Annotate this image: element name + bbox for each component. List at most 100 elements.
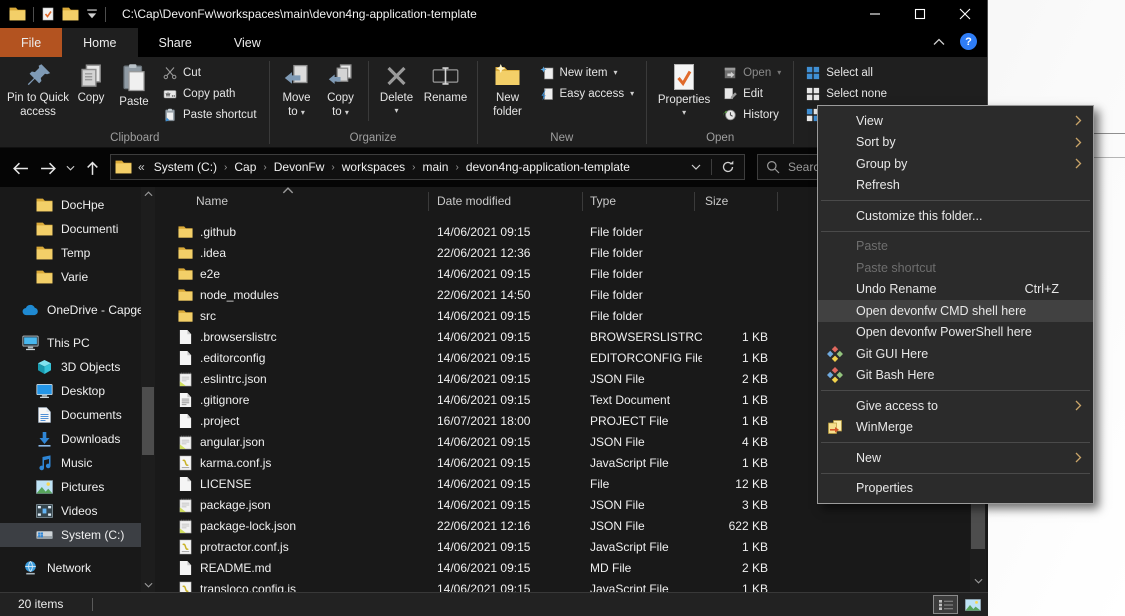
details-view-button[interactable]	[933, 595, 958, 614]
edit-button[interactable]: Edit	[716, 83, 788, 104]
sidebar-item-network[interactable]: Network	[0, 556, 141, 580]
ribbon-divider	[646, 61, 647, 144]
copy-to-button[interactable]: Copy to ▾	[319, 60, 363, 120]
easy-access-button[interactable]: Easy access ▾	[533, 83, 642, 104]
tab-home[interactable]: Home	[62, 28, 137, 57]
menu-item-sort-by[interactable]: Sort by	[818, 132, 1093, 154]
minimize-button[interactable]	[852, 0, 897, 28]
menu-item-git-gui-here[interactable]: Git GUI Here	[818, 343, 1093, 365]
paste-shortcut-button[interactable]: Paste shortcut	[156, 104, 264, 125]
select-all-button[interactable]: Select all	[799, 62, 910, 83]
menu-item-open-devonfw-cmd-shell-here[interactable]: Open devonfw CMD shell here	[818, 300, 1093, 322]
column-divider[interactable]	[694, 192, 695, 211]
scroll-down-icon[interactable]	[970, 574, 986, 588]
sidebar-item-temp[interactable]: Temp	[0, 241, 141, 265]
sidebar-item-documents[interactable]: Documents	[0, 403, 141, 427]
pin-to-quick-access-button[interactable]: Pin to Quick access	[6, 60, 70, 120]
menu-item-winmerge[interactable]: WinMerge	[818, 417, 1093, 439]
file-row-protractor-conf-js[interactable]: protractor.conf.js14/06/2021 09:15JavaSc…	[160, 536, 970, 557]
qat-new-folder-icon[interactable]	[62, 6, 79, 22]
sidebar-scrollbar-thumb[interactable]	[142, 387, 154, 455]
collapse-ribbon-icon[interactable]	[933, 38, 945, 46]
thumbnails-view-button[interactable]	[960, 595, 985, 614]
qat-customize-dropdown-icon[interactable]	[86, 8, 98, 20]
refresh-icon[interactable]	[721, 160, 735, 174]
sidebar-item-desktop[interactable]: Desktop	[0, 379, 141, 403]
properties-button[interactable]: Properties ▾	[652, 60, 716, 117]
drive-icon	[36, 527, 53, 543]
select-none-button[interactable]: Select none	[799, 83, 910, 104]
ribbon-group-new: New folder New item ▾ Easy access ▾	[483, 60, 642, 147]
recent-locations-button[interactable]	[62, 156, 78, 180]
sidebar-item-pictures[interactable]: Pictures	[0, 475, 141, 499]
tab-view[interactable]: View	[213, 28, 282, 57]
file-row-transloco-config-js[interactable]: transloco.config.js14/06/2021 09:15JavaS…	[160, 578, 970, 592]
sidebar-item-dochpe[interactable]: DocHpe	[0, 193, 141, 217]
breadcrumb-segment[interactable]: Cap	[227, 160, 263, 174]
file-date-modified: 22/06/2021 12:36	[437, 246, 530, 260]
new-item-button[interactable]: New item ▾	[533, 62, 642, 83]
sidebar-item-varie[interactable]: Varie	[0, 265, 141, 289]
sidebar-item-documenti[interactable]: Documenti	[0, 217, 141, 241]
column-divider[interactable]	[777, 192, 778, 211]
menu-item-customize-this-folder[interactable]: Customize this folder...	[818, 205, 1093, 227]
sidebar-item-system-c[interactable]: System (C:)	[0, 523, 141, 547]
breadcrumb-segment[interactable]: main	[415, 160, 455, 174]
column-header-type[interactable]: Type	[590, 194, 616, 208]
sidebar-item-onedrive-capge[interactable]: OneDrive - Capge	[0, 298, 141, 322]
history-button[interactable]: History	[716, 104, 788, 125]
file-row-package-lock-json[interactable]: package-lock.json22/06/2021 12:16JSON Fi…	[160, 515, 970, 536]
menu-item-new[interactable]: New	[818, 447, 1093, 469]
menu-item-give-access-to[interactable]: Give access to	[818, 395, 1093, 417]
menu-item-undo-rename[interactable]: Undo RenameCtrl+Z	[818, 279, 1093, 301]
breadcrumb-segment[interactable]: workspaces	[335, 160, 412, 174]
tab-file[interactable]: File	[0, 28, 62, 57]
sidebar-item-videos[interactable]: Videos	[0, 499, 141, 523]
sidebar-item-this-pc[interactable]: This PC	[0, 331, 141, 355]
up-button[interactable]	[80, 156, 104, 180]
maximize-button[interactable]	[897, 0, 942, 28]
sidebar-item-3d-objects[interactable]: 3D Objects	[0, 355, 141, 379]
menu-item-group-by[interactable]: Group by	[818, 153, 1093, 175]
js-icon	[178, 455, 193, 470]
move-to-button[interactable]: Move to ▾	[275, 60, 319, 120]
paste-button[interactable]: Paste	[112, 60, 156, 110]
new-folder-button[interactable]: New folder	[483, 60, 533, 120]
breadcrumb-segment[interactable]: devon4ng-application-template	[459, 160, 637, 174]
cut-button[interactable]: Cut	[156, 62, 264, 83]
menu-item-properties[interactable]: Properties	[818, 478, 1093, 500]
sidebar-item-downloads[interactable]: Downloads	[0, 427, 141, 451]
menu-item-git-bash-here[interactable]: Git Bash Here	[818, 365, 1093, 387]
help-icon[interactable]: ?	[960, 33, 977, 50]
copy-path-button[interactable]: Copy path	[156, 83, 264, 104]
address-history-chevron-icon[interactable]	[691, 164, 701, 170]
rename-button[interactable]: Rename	[420, 60, 472, 106]
breadcrumb-segment[interactable]: DevonFw	[267, 160, 332, 174]
forward-button[interactable]	[36, 156, 60, 180]
file-row-readme-md[interactable]: README.md14/06/2021 09:15MD File2 KB	[160, 557, 970, 578]
menu-item-refresh[interactable]: Refresh	[818, 175, 1093, 197]
file-name: package-lock.json	[200, 519, 425, 533]
column-header-name[interactable]: Name	[196, 194, 228, 208]
breadcrumb-overflow[interactable]: «	[132, 160, 147, 174]
tab-share[interactable]: Share	[138, 28, 213, 57]
delete-button[interactable]: Delete ▾	[374, 60, 420, 115]
column-divider[interactable]	[582, 192, 583, 211]
close-button[interactable]	[942, 0, 987, 28]
back-button[interactable]	[8, 156, 32, 180]
column-header-date-modified[interactable]: Date modified	[437, 194, 511, 208]
breadcrumb-segment[interactable]: System (C:)	[147, 160, 224, 174]
menu-item-open-devonfw-powershell-here[interactable]: Open devonfw PowerShell here	[818, 322, 1093, 344]
sidebar-item-music[interactable]: Music	[0, 451, 141, 475]
sidebar-scrollbar[interactable]	[141, 187, 155, 592]
column-divider[interactable]	[428, 192, 429, 211]
column-header-size[interactable]: Size	[705, 194, 728, 208]
button-label: Easy access	[560, 88, 625, 100]
qat-properties-icon[interactable]	[41, 7, 55, 21]
address-field[interactable]: « System (C:)›Cap›DevonFw›workspaces›mai…	[110, 154, 745, 180]
menu-item-view[interactable]: View	[818, 110, 1093, 132]
scroll-down-icon[interactable]	[141, 578, 155, 592]
file-name: karma.conf.js	[200, 456, 425, 470]
scroll-up-icon[interactable]	[141, 187, 155, 201]
copy-button[interactable]: Copy	[70, 60, 112, 106]
